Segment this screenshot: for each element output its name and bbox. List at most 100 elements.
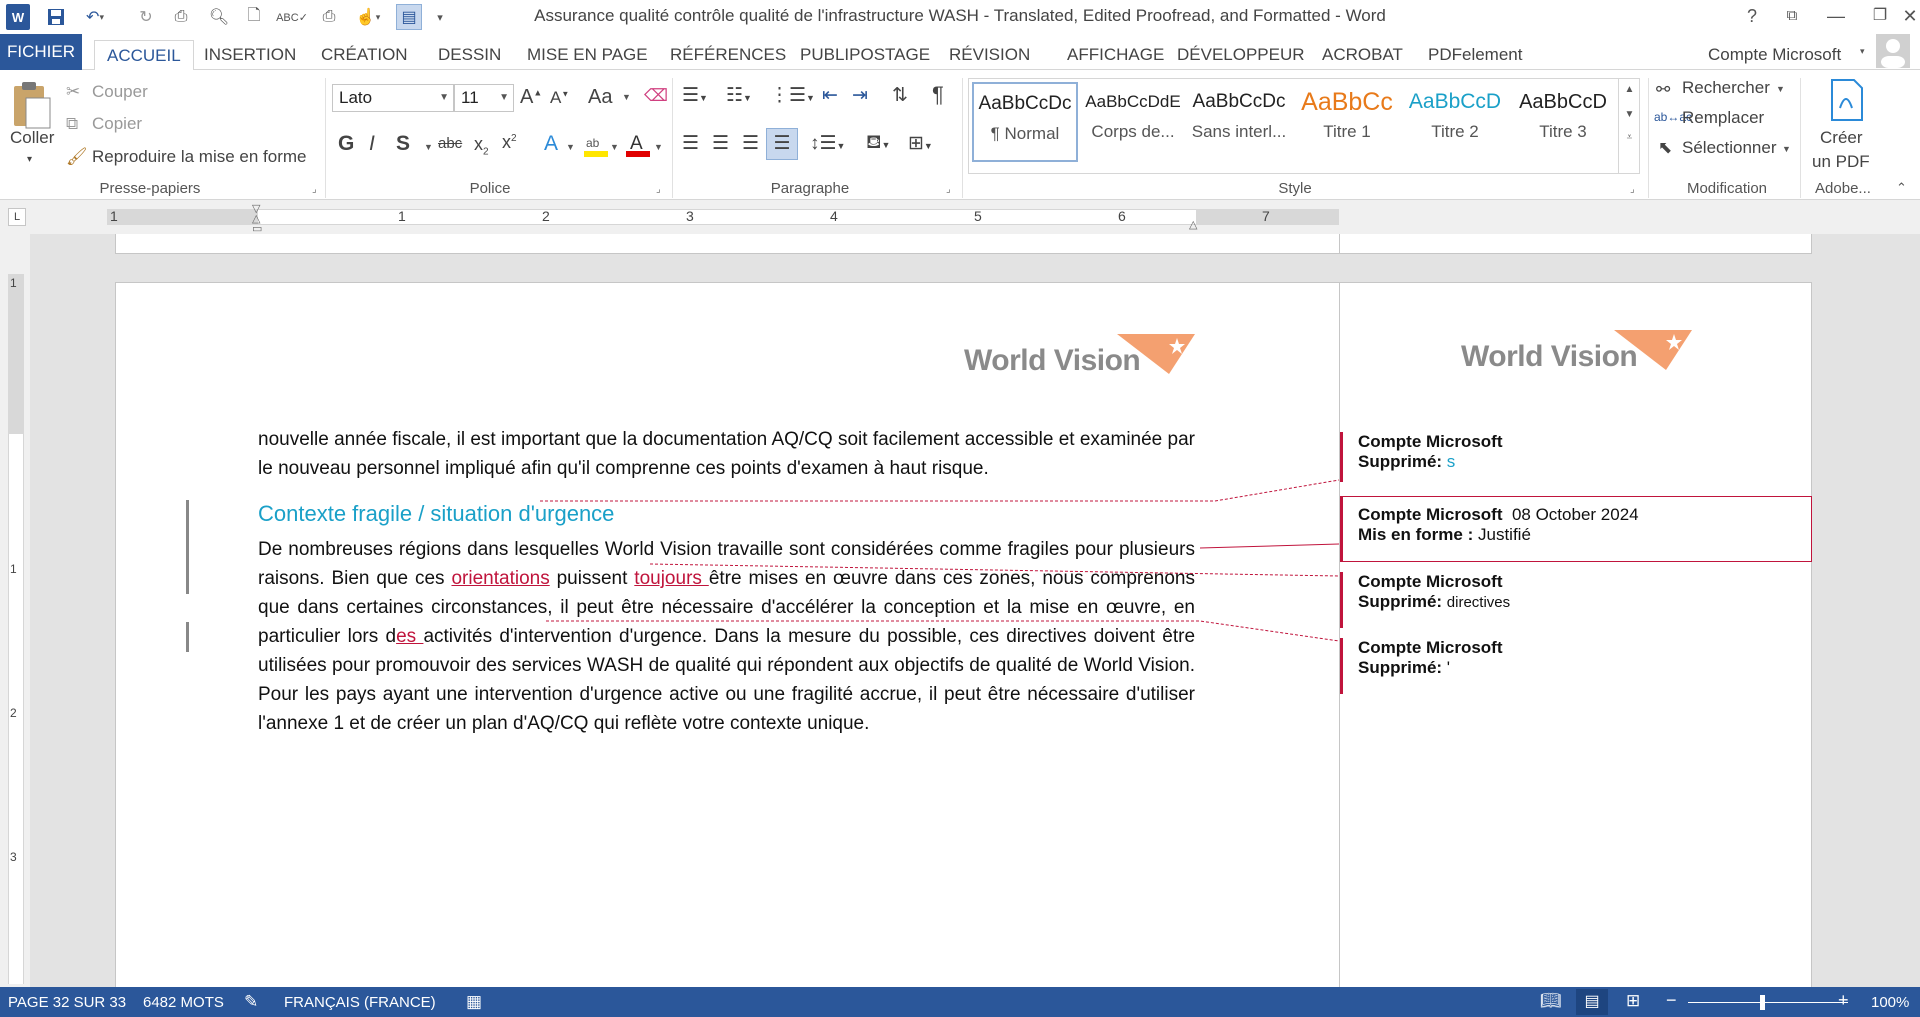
highlight-icon[interactable]: ab [584, 132, 608, 158]
subscript-icon[interactable]: x2 [474, 134, 489, 158]
language-indicator[interactable]: FRANÇAIS (FRANCE) [284, 994, 436, 1011]
font-launcher-icon[interactable]: ⌟ [656, 184, 661, 195]
format-painter-button[interactable]: Reproduire la mise en forme [92, 147, 306, 167]
paragraph-launcher-icon[interactable]: ⌟ [946, 184, 951, 195]
clipboard-launcher-icon[interactable]: ⌟ [312, 184, 317, 195]
zoom-slider-thumb[interactable] [1760, 995, 1765, 1010]
indent-marker[interactable]: ▽ △ ▭ [252, 204, 262, 235]
paste-button[interactable]: Coller [10, 128, 54, 148]
tab-accueil[interactable]: ACCUEIL [94, 40, 194, 71]
tab-mise-en-page[interactable]: MISE EN PAGE [527, 40, 648, 70]
word-count[interactable]: 6482 MOTS [143, 994, 224, 1011]
tab-references[interactable]: RÉFÉRENCES [670, 40, 786, 70]
account-name[interactable]: Compte Microsoft [1708, 40, 1841, 70]
tab-revision[interactable]: RÉVISION [949, 40, 1030, 70]
tab-acrobat[interactable]: ACROBAT [1322, 40, 1403, 70]
decrease-indent-icon[interactable]: ⇤ [822, 84, 838, 107]
underline-button[interactable]: S [396, 132, 410, 156]
account-dropdown-icon[interactable]: ▾ [1860, 46, 1865, 57]
avatar[interactable] [1876, 34, 1910, 68]
grow-font-icon[interactable]: A▲ [520, 86, 542, 109]
create-pdf-button-line1[interactable]: Créer [1820, 128, 1863, 148]
style-titre-1[interactable]: AaBbCc Titre 1 [1294, 82, 1400, 162]
more-styles-icon[interactable]: ⩡ [1619, 132, 1640, 143]
horizontal-ruler[interactable]: L 1 1 2 3 4 5 6 7 ▽ △ ▭ △ [0, 200, 1920, 235]
paste-icon[interactable] [10, 80, 54, 132]
tab-insertion[interactable]: INSERTION [204, 40, 296, 70]
superscript-icon[interactable]: x2 [502, 132, 517, 153]
show-formatting-icon[interactable]: ¶ [932, 82, 944, 108]
ribbon-display-options-icon[interactable]: ⧉ [1772, 2, 1812, 30]
web-layout-icon[interactable]: ⊞ [1626, 991, 1640, 1011]
increase-indent-icon[interactable]: ⇥ [852, 84, 868, 107]
revision-balloon-selected[interactable]: Compte Microsoft 08 October 2024 Mis en … [1340, 496, 1812, 562]
strikethrough-button[interactable]: abc [438, 135, 462, 152]
select-button[interactable]: Sélectionner [1682, 138, 1777, 158]
style-sans-interligne[interactable]: AaBbCcDc Sans interl... [1186, 82, 1292, 162]
font-name-dropdown[interactable]: Lato ▼ [332, 84, 454, 112]
text-effects-icon[interactable]: A [544, 132, 558, 156]
read-mode-icon[interactable]: 📖︎ [1540, 991, 1562, 1011]
right-indent-marker[interactable]: △ [1189, 218, 1197, 231]
align-left-icon[interactable]: ☰ [682, 132, 699, 155]
tab-selector-icon[interactable]: L [8, 208, 26, 226]
tab-pdfelement[interactable]: PDFelement [1428, 40, 1522, 70]
sort-icon[interactable]: ⇅ [892, 84, 908, 107]
zoom-level[interactable]: 100% [1871, 994, 1909, 1011]
scroll-down-icon[interactable]: ▼ [1619, 109, 1640, 120]
zoom-in-icon[interactable]: + [1838, 990, 1849, 1011]
style-normal[interactable]: AaBbCcDc ¶ Normal [972, 82, 1078, 162]
borders-icon[interactable]: ⊞▼ [908, 132, 933, 155]
revision-balloon[interactable]: Compte Microsoft Supprimé: ' [1340, 638, 1812, 694]
minimize-button[interactable]: — [1816, 2, 1856, 30]
collapse-ribbon-icon[interactable]: ⌃ [1896, 180, 1907, 196]
multilevel-list-icon[interactable]: ⋮☰▼ [770, 84, 815, 107]
zoom-slider-track[interactable] [1688, 1002, 1848, 1003]
align-center-icon[interactable]: ☰ [712, 132, 729, 155]
change-case-button[interactable]: Aa [588, 86, 612, 109]
style-corps[interactable]: AaBbCcDdE Corps de... [1080, 82, 1186, 162]
shading-icon[interactable]: ⛾▼ [866, 132, 890, 156]
line-spacing-icon[interactable]: ↕☰▼ [810, 132, 845, 155]
revision-balloon[interactable]: Compte Microsoft Supprimé: directives [1340, 572, 1812, 628]
scroll-up-icon[interactable]: ▲ [1619, 84, 1640, 95]
font-color-icon[interactable]: A [626, 132, 650, 158]
numbering-icon[interactable]: ☷▼ [726, 84, 752, 107]
replace-button[interactable]: Remplacer [1682, 108, 1764, 128]
justify-icon[interactable]: ☰ [766, 128, 798, 160]
zoom-out-icon[interactable]: − [1666, 990, 1677, 1011]
style-titre-2[interactable]: AaBbCcD Titre 2 [1402, 82, 1508, 162]
tab-affichage[interactable]: AFFICHAGE [1067, 40, 1164, 70]
font-size-dropdown[interactable]: 11 ▼ [454, 84, 514, 112]
help-button[interactable]: ? [1732, 2, 1772, 30]
revision-balloon[interactable]: Compte Microsoft Supprimé: s [1340, 432, 1812, 482]
page-indicator[interactable]: PAGE 32 SUR 33 [8, 994, 126, 1011]
clear-formatting-icon[interactable]: ⌫ [644, 86, 668, 106]
align-right-icon[interactable]: ☰ [742, 132, 759, 155]
close-button[interactable]: ✕ [1890, 2, 1920, 30]
select-cursor-icon[interactable]: ⬉ [1658, 138, 1672, 158]
macro-icon[interactable]: ▦ [466, 992, 482, 1012]
tab-creation[interactable]: CRÉATION [321, 40, 408, 70]
cut-icon[interactable]: ✂ [66, 82, 80, 102]
copy-button[interactable]: Copier [92, 114, 142, 134]
styles-launcher-icon[interactable]: ⌟ [1630, 184, 1635, 195]
tab-fichier[interactable]: FICHIER [0, 34, 82, 70]
create-pdf-icon[interactable] [1826, 78, 1866, 122]
tab-developpeur[interactable]: DÉVELOPPEUR [1177, 40, 1305, 70]
style-titre-3[interactable]: AaBbCcD Titre 3 [1510, 82, 1616, 162]
print-layout-icon[interactable]: ▤ [1576, 989, 1608, 1015]
shrink-font-icon[interactable]: A▼ [550, 88, 569, 108]
format-painter-icon[interactable]: 🖌︎ [66, 147, 88, 167]
bullets-icon[interactable]: ☰▼ [682, 84, 708, 107]
italic-button[interactable]: I [369, 132, 375, 156]
styles-scroll[interactable]: ▲ ▼ ⩡ [1618, 78, 1640, 174]
cut-button[interactable]: Couper [92, 82, 148, 102]
tab-publipostage[interactable]: PUBLIPOSTAGE [800, 40, 930, 70]
binoculars-icon[interactable]: ⚯ [1656, 80, 1670, 100]
paste-dropdown-icon[interactable]: ▾ [27, 154, 32, 165]
bold-button[interactable]: G [338, 132, 354, 156]
tab-dessin[interactable]: DESSIN [438, 40, 501, 70]
proofing-icon[interactable]: ✎ [244, 992, 258, 1012]
find-button[interactable]: Rechercher [1682, 78, 1770, 98]
